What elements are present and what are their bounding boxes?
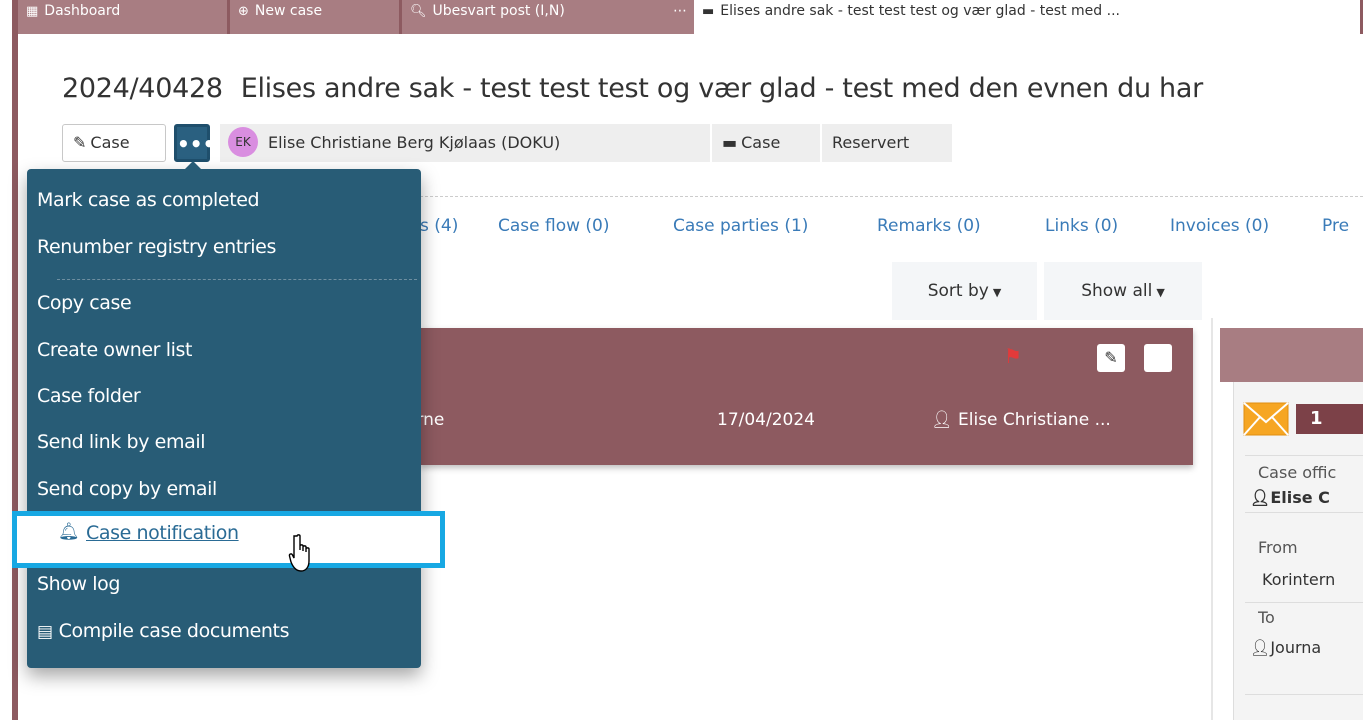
menu-item-show-log[interactable]: Show log	[37, 573, 120, 595]
sort-by-label: Sort by	[927, 281, 989, 301]
tab-label: New case	[254, 3, 323, 19]
tab-invoices[interactable]: Invoices (0)	[1170, 216, 1269, 236]
to-label: To	[1258, 608, 1275, 627]
menu-item-case-notification[interactable]: Case notification	[86, 522, 239, 544]
tab-bar: ▦ Dashboard ⊕ New case 🔍︎ Ubesvart post (I,…	[18, 0, 1363, 34]
ellipsis-icon: •••	[177, 132, 216, 156]
pencil-icon: ✎	[1104, 348, 1118, 367]
more-actions-button[interactable]: •••	[174, 124, 215, 162]
user-icon: 👤︎	[1250, 638, 1271, 657]
tab-label: Elises andre sak - test test test og vær…	[720, 3, 1120, 19]
case-number: 2024/40428	[62, 73, 223, 104]
caret-down-icon: ▼	[1156, 286, 1165, 299]
from-label: From	[1258, 538, 1298, 557]
menu-item-renumber[interactable]: Renumber registry entries	[37, 236, 276, 258]
divider	[1245, 512, 1363, 513]
tab-unanswered-mail[interactable]: 🔍︎ Ubesvart post (I,N) ⋯	[402, 0, 704, 34]
case-officer-value: 👤︎Elise C	[1250, 488, 1355, 507]
menu-item-owner-list[interactable]: Create owner list	[37, 339, 192, 361]
owner-name: Elise Christiane Berg Kjølaas (DOKU)	[268, 133, 561, 152]
status-label: Reservert	[832, 133, 910, 152]
registry-entry-row[interactable]: ⚑ ✎ erne 17/04/2024 👤︎ Elise Christiane …	[406, 328, 1193, 465]
show-all-label: Show all	[1081, 281, 1153, 301]
user-icon: 👤︎	[931, 410, 958, 430]
window-border	[0, 0, 18, 720]
entry-user: 👤︎ Elise Christiane ...	[931, 410, 1111, 430]
caret-down-icon: ▼	[992, 286, 1002, 299]
case-type-chip: ▬ Case	[712, 124, 820, 162]
count-badge: 1	[1296, 404, 1363, 434]
tab-case-flow[interactable]: Case flow (0)	[498, 216, 610, 236]
hand-cursor-icon	[288, 534, 310, 572]
to-value: 👤︎Journa	[1250, 638, 1355, 657]
flag-icon[interactable]: ⚑	[1004, 344, 1022, 368]
menu-item-send-link[interactable]: Send link by email	[37, 431, 205, 453]
tab-label: Ubesvart post (I,N)	[432, 3, 565, 19]
tab-dashboard[interactable]: ▦ Dashboard	[18, 0, 230, 34]
folder-icon: ▬	[702, 4, 715, 19]
tab-case-parties[interactable]: Case parties (1)	[673, 216, 808, 236]
tab-close-icon[interactable]: ⋯	[673, 0, 687, 22]
to-name: Journa	[1270, 638, 1322, 657]
edit-case-button[interactable]: ✎ Case	[62, 124, 166, 162]
dashboard-icon: ▦	[26, 4, 39, 19]
tab-links[interactable]: Links (0)	[1045, 216, 1118, 236]
tab-documents[interactable]: s (4)	[420, 216, 458, 236]
user-icon: 👤︎	[1250, 488, 1271, 507]
case-officer-name: Elise C	[1270, 488, 1330, 507]
case-type-label: Case	[741, 133, 781, 152]
search-icon: 🔍︎	[410, 4, 427, 19]
menu-item-mark-completed[interactable]: Mark case as completed	[37, 189, 260, 211]
sort-by-button[interactable]: Sort by ▼	[892, 262, 1037, 320]
owner-chip[interactable]: EK Elise Christiane Berg Kjølaas (DOKU)	[220, 124, 710, 162]
entry-checkbox[interactable]	[1144, 344, 1172, 372]
tab-new-case[interactable]: ⊕ New case	[230, 0, 402, 34]
case-title-text: Elises andre sak - test test test og vær…	[240, 73, 1204, 104]
from-value: Korintern	[1262, 570, 1336, 589]
tab-remarks[interactable]: Remarks (0)	[877, 216, 981, 236]
menu-item-send-copy[interactable]: Send copy by email	[37, 478, 217, 500]
avatar: EK	[228, 127, 258, 157]
menu-item-case-folder[interactable]: Case folder	[37, 385, 141, 407]
entry-date: 17/04/2024	[717, 410, 815, 430]
menu-item-compile-label: Compile case documents	[58, 620, 290, 642]
menu-item-compile[interactable]: ▤ Compile case documents	[37, 620, 290, 642]
case-officer-label: Case offic	[1258, 463, 1337, 482]
pencil-icon: ✎	[73, 133, 87, 152]
document-list-icon: ▤	[37, 622, 53, 642]
tab-label: Dashboard	[44, 3, 121, 19]
menu-divider	[57, 279, 417, 280]
edit-entry-button[interactable]: ✎	[1097, 344, 1125, 372]
divider	[420, 196, 1363, 197]
status-badge: Reservert	[822, 124, 952, 162]
menu-arrow	[185, 161, 201, 169]
divider	[1245, 694, 1363, 695]
tab-current-case[interactable]: ▬ Elises andre sak - test test test og væ…	[694, 0, 1363, 34]
divider	[1245, 455, 1363, 456]
folder-icon: ▬	[722, 133, 738, 152]
show-all-button[interactable]: Show all ▼	[1044, 262, 1202, 320]
page-title: 2024/40428 Elises andre sak - test test t…	[62, 73, 1203, 104]
envelope-icon	[1243, 402, 1289, 436]
detail-card-header	[1220, 328, 1363, 382]
panel-divider	[1211, 318, 1213, 720]
tab-pre[interactable]: Pre	[1322, 216, 1349, 236]
menu-item-copy-case[interactable]: Copy case	[37, 292, 132, 314]
divider	[1245, 602, 1363, 603]
plus-circle-icon: ⊕	[238, 4, 249, 19]
entry-user-name: Elise Christiane ...	[958, 410, 1111, 430]
bell-icon: 🔔︎	[58, 522, 80, 542]
edit-case-label: Case	[90, 133, 130, 152]
